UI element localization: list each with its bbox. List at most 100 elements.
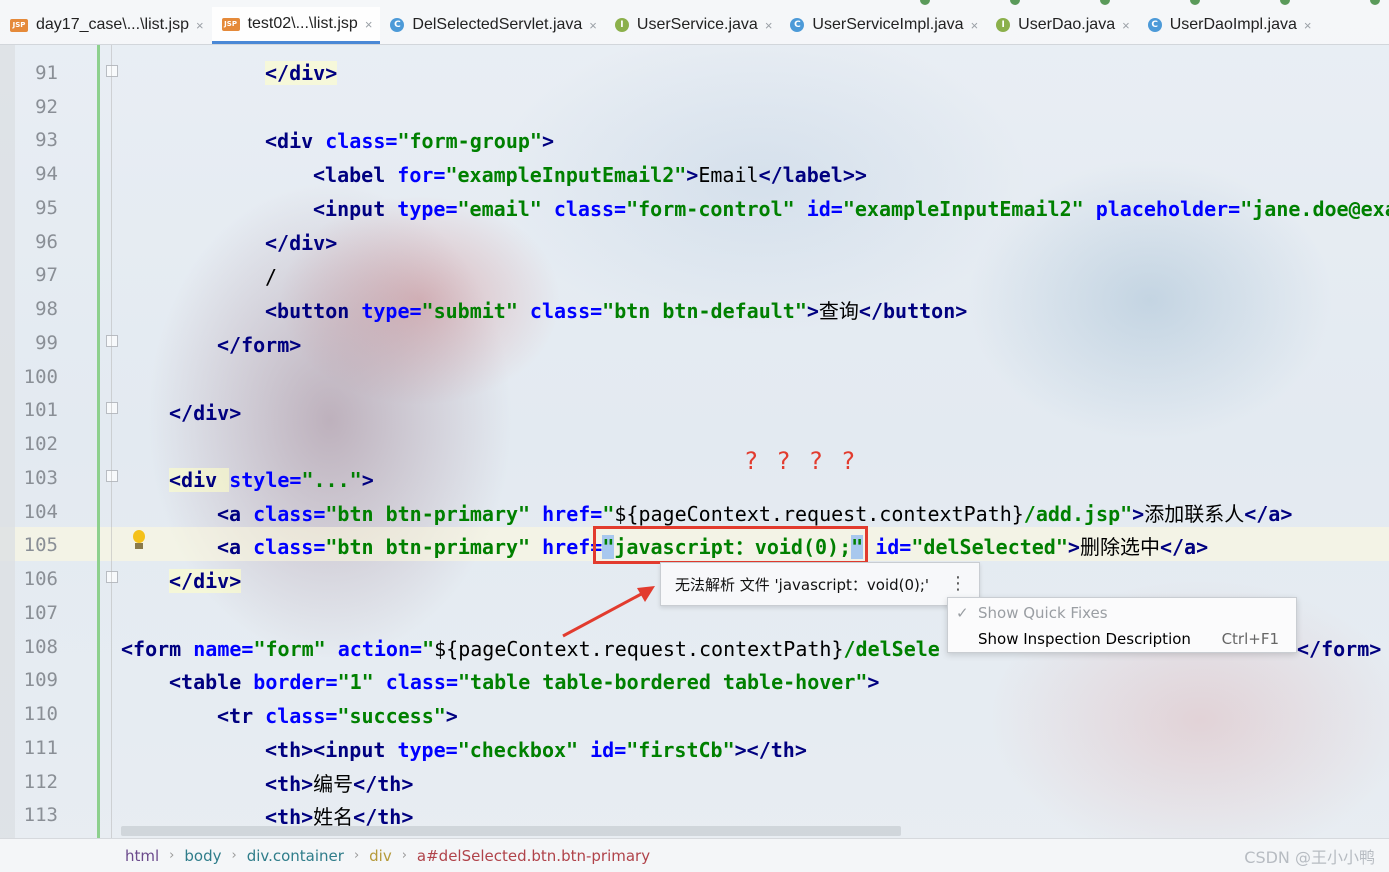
code-line-103[interactable]: <div style="..."> [169,463,374,497]
code-line-101[interactable]: </div> [169,396,241,430]
close-icon[interactable]: × [196,18,204,33]
fold-marker-icon[interactable] [106,470,118,482]
el-expression-token: ${pageContext.request.contextPath} [614,502,1024,526]
close-icon[interactable]: × [765,18,773,33]
tag-token: </div> [169,401,242,425]
attr-token: id= [590,738,627,762]
tab-label: UserDaoImpl.java [1169,16,1297,33]
tab-userserviceimpl-java[interactable]: C UserServiceImpl.java × [780,8,986,42]
tag-token: </a> [1159,535,1209,559]
close-icon[interactable]: × [589,18,597,33]
breadcrumb-item-body[interactable]: body [184,847,221,865]
value-token: /delSele [843,637,940,661]
tag-token: <tr [217,704,266,728]
question-marks-annotation: ? ? ? ? [745,447,861,475]
more-options-icon[interactable]: ⋮ [949,573,967,594]
interface-icon: I [614,18,629,32]
code-editor[interactable]: </div> <div class="form-group"> <label f… [0,45,1389,838]
code-line-112[interactable]: <th>编号</th> [265,767,413,801]
text-token: 编号 [313,772,354,796]
watermark: CSDN @王小小鸭 [1244,848,1375,867]
code-line-109[interactable]: <table border="1" class="table table-bor… [169,665,879,699]
breadcrumb-item-div-container[interactable]: div.container [247,847,344,865]
line-number: 95 [35,197,58,219]
line-number: 112 [23,771,58,793]
horizontal-scrollbar[interactable] [121,826,901,836]
tag-token: <a [217,535,254,559]
fold-marker-icon[interactable] [106,402,118,414]
close-icon[interactable]: × [365,17,373,32]
tab-userdaoimpl-java[interactable]: C UserDaoImpl.java × [1138,8,1320,42]
code-line-108-tail: </form> [1297,632,1381,666]
tag-token: ></th> [734,738,807,762]
fold-marker-icon[interactable] [106,65,118,77]
attr-token: href= [542,502,603,526]
menu-item-show-inspection-description[interactable]: Show Inspection Description Ctrl+F1 [978,626,1293,652]
tab-delselectedservlet-java[interactable]: C DelSelectedServlet.java × [380,8,604,42]
code-line-106[interactable]: </div> [169,564,242,598]
breadcrumb-item-html[interactable]: html [125,847,159,865]
attr-token: style= [229,468,302,492]
line-number: 102 [23,433,58,455]
code-line-94[interactable]: <label for="exampleInputEmail2">Email</l… [313,158,867,192]
tab-label: UserServiceImpl.java [812,16,964,33]
code-line-111[interactable]: <th><input type="checkbox" id="firstCb">… [265,733,807,767]
tab-label: test02\...\list.jsp [247,15,358,32]
tag-token: <label [313,163,398,187]
code-line-91[interactable]: </div> [265,56,338,90]
code-line-93[interactable]: <div class="form-group"> [265,124,554,158]
value-token: "btn btn-default" [602,299,807,323]
tab-label: UserDao.java [1018,16,1116,33]
close-icon[interactable]: × [1304,18,1312,33]
value-token: "..." [301,468,362,492]
line-number: 113 [23,804,58,826]
attr-token: placeholder= [1095,197,1241,221]
code-line-96[interactable]: </div> [265,226,337,260]
code-line-97[interactable]: / [265,260,277,294]
attr-token: type= [361,299,422,323]
line-number-gutter[interactable]: 91 92 93 94 95 96 97 98 99 100 101 102 1… [0,45,118,838]
value-token: "checkbox" [457,738,591,762]
close-icon[interactable]: × [971,18,979,33]
code-line-99[interactable]: </form> [217,328,301,362]
attr-token: class= [553,197,627,221]
line-number: 93 [35,129,58,151]
value-token: "form" [253,637,338,661]
text-token: Email [698,163,759,187]
close-icon[interactable]: × [1122,18,1130,33]
class-icon: C [390,18,405,32]
attr-token: class= [385,670,459,694]
line-number: 92 [35,96,58,118]
line-number: 96 [35,231,58,253]
line-number: 100 [23,366,58,388]
code-line-95[interactable]: <input type="email" class="form-control"… [313,192,1389,226]
line-number: 107 [23,602,58,624]
menu-item-label: Show Inspection Description [978,630,1191,648]
tab-userdao-java[interactable]: I UserDao.java × [986,8,1138,42]
line-number: 101 [23,399,58,421]
value-token: "submit" [421,299,530,323]
code-line-108[interactable]: <form name="form" action="${pageContext.… [121,632,940,666]
menu-item-show-quick-fixes[interactable]: ✓ Show Quick Fixes [956,600,1293,626]
tag-token: </form> [217,333,302,357]
tag-token: <form [121,637,194,661]
lightbulb-icon[interactable] [131,530,147,552]
value-token: "jane.doe@exa [1240,197,1389,221]
code-line-110[interactable]: <tr class="success"> [217,699,458,733]
tab-day17-list-jsp[interactable]: JSP day17_case\...\list.jsp × [0,8,212,42]
code-line-98[interactable]: <button type="submit" class="btn btn-def… [265,294,967,328]
fold-marker-icon[interactable] [106,571,118,583]
menu-item-label: Show Quick Fixes [978,604,1108,622]
jsp-file-icon: JSP [221,17,240,31]
tab-userservice-java[interactable]: I UserService.java × [605,8,781,42]
tag-token: <table [169,670,254,694]
value-token: "firstCb" [626,738,735,762]
breadcrumb-item-div[interactable]: div [369,847,392,865]
attr-token: action= [337,637,423,661]
breadcrumb-item-anchor[interactable]: a#delSelected.btn.btn-primary [417,847,650,865]
text-token: 添加联系人 [1144,502,1245,526]
tag-token: > [361,468,374,492]
tab-test02-list-jsp[interactable]: JSP test02\...\list.jsp × [211,7,381,44]
shortcut-label: Ctrl+F1 [1221,630,1279,648]
fold-marker-icon[interactable] [106,335,118,347]
